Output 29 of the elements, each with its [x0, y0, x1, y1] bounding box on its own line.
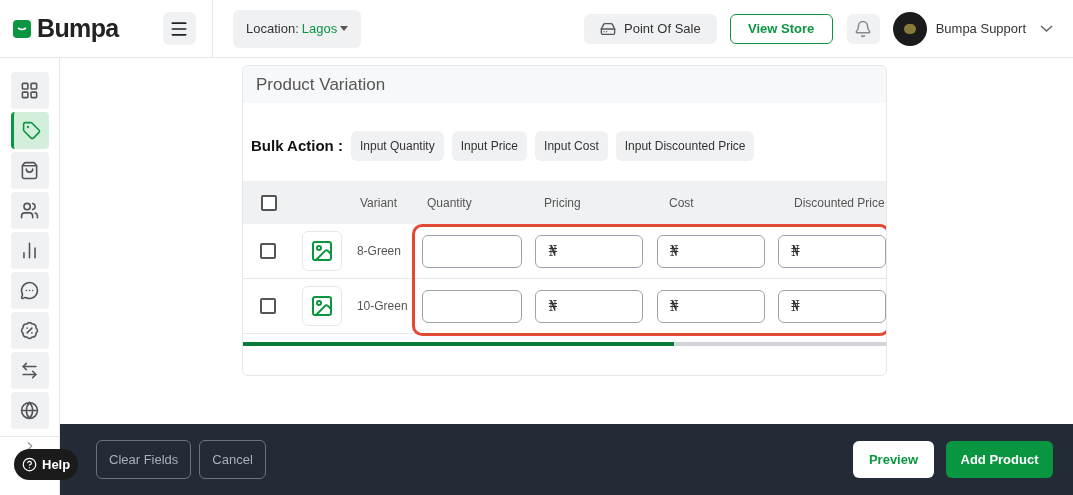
user-name[interactable]: Bumpa Support — [935, 18, 1026, 39]
add-product-button[interactable]: Add Product — [946, 441, 1053, 478]
bulk-action-label: Bulk Action : — [251, 135, 343, 156]
bulk-action-button[interactable]: Input Discounted Price — [615, 131, 755, 161]
variant-name: 8-Green — [356, 243, 402, 260]
column-header: Discounted Price — [794, 194, 885, 212]
cancel-button[interactable]: Cancel — [199, 440, 266, 479]
column-header: Quantity — [427, 194, 473, 212]
price-field[interactable]: ₦ — [778, 289, 886, 323]
price-field[interactable]: ₦ — [656, 234, 765, 268]
price-field[interactable]: ₦ — [535, 289, 644, 323]
point-of-sale-button[interactable]: Point Of Sale — [584, 13, 717, 44]
bulk-action-button[interactable]: Input Cost — [535, 131, 608, 161]
price-field[interactable]: ₦ — [535, 234, 644, 268]
variant-name: 10-Green — [356, 298, 409, 315]
column-header: Variant — [360, 194, 399, 212]
price-field[interactable]: ₦ — [656, 289, 765, 323]
bulk-action-button[interactable]: Input Quantity — [350, 131, 444, 161]
card-title: Product Variation — [256, 73, 386, 96]
bulk-action-button[interactable]: Input Price — [451, 131, 528, 161]
preview-button[interactable]: Preview — [853, 441, 934, 478]
column-header: Cost — [669, 194, 695, 212]
price-field[interactable]: ₦ — [778, 234, 886, 268]
column-header: Pricing — [544, 194, 582, 212]
clear-fields-button[interactable]: Clear Fields — [96, 440, 192, 479]
brand-name: Bumpa — [37, 12, 119, 44]
help-button[interactable]: Help — [14, 449, 79, 480]
view-store-button[interactable]: View Store — [729, 13, 833, 44]
location-dropdown[interactable]: Location: Lagos — [233, 9, 362, 48]
